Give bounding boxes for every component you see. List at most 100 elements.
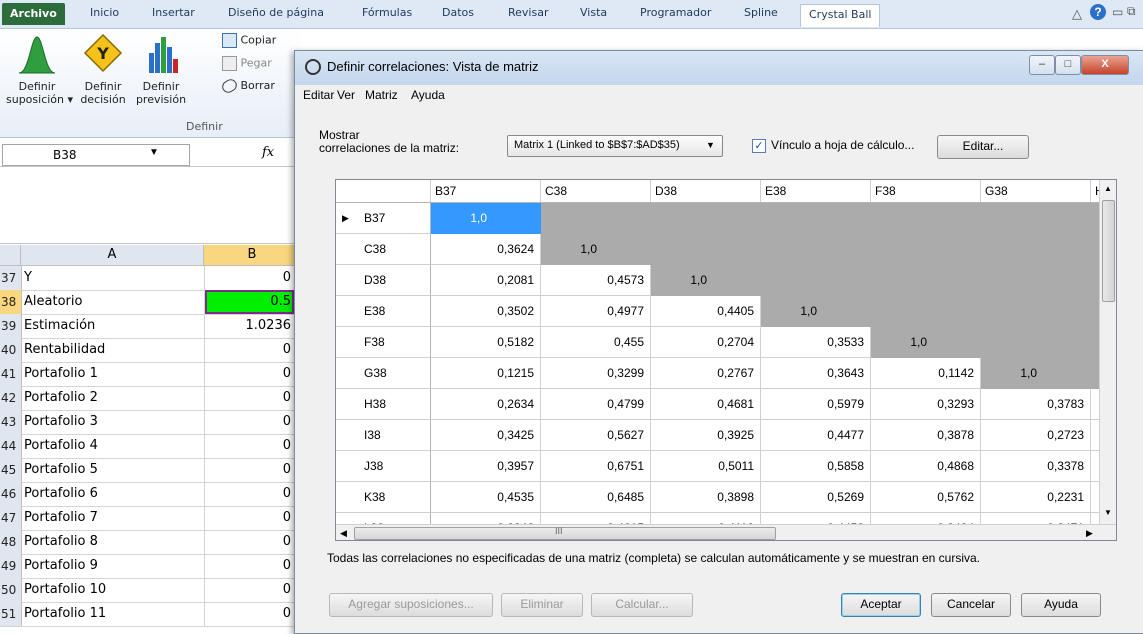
grid-cell[interactable]: 1,0 — [981, 358, 1091, 389]
horizontal-scrollbar[interactable]: ◀ III ▶ — [336, 524, 1116, 540]
grid-cell[interactable] — [981, 296, 1091, 327]
grid-cell[interactable]: 0,3643 — [761, 358, 871, 389]
grid-row-header[interactable]: D38 — [336, 265, 431, 296]
cell-a[interactable]: Aleatorio — [22, 290, 205, 314]
grid-cell[interactable]: 0,5011 — [651, 451, 761, 482]
help-icon[interactable]: ? — [1090, 4, 1106, 20]
grid-row-header[interactable]: G38 — [336, 358, 431, 389]
grid-cell[interactable] — [871, 265, 981, 296]
grid-cell[interactable]: 0,5182 — [431, 327, 541, 358]
row-number[interactable]: 51 — [0, 602, 22, 626]
menu-editar[interactable]: Editar — [303, 88, 334, 102]
grid-cell[interactable]: 1,0 — [541, 234, 651, 265]
grid-cell[interactable]: 0,3783 — [981, 389, 1091, 420]
scroll-down-icon[interactable]: ▼ — [1104, 508, 1112, 517]
row-number[interactable]: 44 — [0, 434, 22, 458]
row-number[interactable]: 40 — [0, 338, 22, 362]
grid-row-header[interactable]: I38 — [336, 420, 431, 451]
cell-a[interactable]: Portafolio 10 — [22, 578, 205, 602]
cell-b[interactable]: 0 — [205, 338, 294, 362]
row-number[interactable]: 49 — [0, 554, 22, 578]
grid-cell[interactable]: 0,2767 — [651, 358, 761, 389]
grid-column-header[interactable]: D38 — [651, 180, 761, 202]
edit-button[interactable]: Editar... — [937, 135, 1029, 159]
tab-spline[interactable]: Spline — [744, 6, 778, 19]
grid-cell[interactable]: 0,5858 — [761, 451, 871, 482]
grid-cell[interactable]: 0,2704 — [651, 327, 761, 358]
cell-a[interactable]: Portafolio 5 — [22, 458, 205, 482]
grid-cell[interactable]: 0,3293 — [871, 389, 981, 420]
grid-cell[interactable] — [981, 327, 1091, 358]
grid-cell[interactable] — [871, 234, 981, 265]
link-checkbox[interactable]: ✓ — [752, 139, 766, 153]
define-forecast-button[interactable]: Definir previsión — [134, 33, 188, 106]
scroll-left-icon[interactable]: ◀ — [340, 528, 347, 539]
tab-datos[interactable]: Datos — [442, 6, 474, 19]
grid-cell[interactable]: 0,5627 — [541, 420, 651, 451]
tab-formulas[interactable]: Fórmulas — [362, 6, 412, 19]
grid-cell[interactable]: 0,2081 — [431, 265, 541, 296]
grid-row-header[interactable]: C38 — [336, 234, 431, 265]
correlation-matrix-grid[interactable]: B37C38D38E38F38G38H ▶B371,0C380,36241,0D… — [335, 179, 1117, 541]
grid-row-header[interactable]: F38 — [336, 327, 431, 358]
row-number[interactable]: 37 — [0, 266, 22, 290]
grid-cell[interactable]: 0,4799 — [541, 389, 651, 420]
column-header-b[interactable]: B — [204, 245, 301, 266]
grid-cell[interactable] — [761, 265, 871, 296]
cell-a[interactable]: Portafolio 8 — [22, 530, 205, 554]
grid-cell[interactable]: 0,3624 — [431, 234, 541, 265]
horizontal-scroll-thumb[interactable]: III — [354, 526, 776, 540]
row-number[interactable]: 45 — [0, 458, 22, 482]
cell-a[interactable]: Portafolio 4 — [22, 434, 205, 458]
cell-b[interactable]: 0 — [205, 410, 294, 434]
grid-cell[interactable] — [981, 234, 1091, 265]
grid-column-header[interactable]: C38 — [541, 180, 651, 202]
tab-diseno-pagina[interactable]: Diseño de página — [228, 6, 324, 19]
grid-cell[interactable]: 1,0 — [431, 203, 541, 234]
paste-button[interactable]: Pegar — [222, 56, 272, 71]
minimize-ribbon-icon[interactable]: △ — [1072, 6, 1082, 22]
grid-cell[interactable]: 0,4681 — [651, 389, 761, 420]
grid-cell[interactable]: 0,3378 — [981, 451, 1091, 482]
grid-cell[interactable] — [651, 203, 761, 234]
clear-button[interactable]: Borrar — [220, 77, 275, 95]
row-number[interactable]: 46 — [0, 482, 22, 506]
vertical-scroll-thumb[interactable] — [1102, 200, 1115, 302]
name-box[interactable]: B38 ▼ — [2, 144, 190, 166]
row-number[interactable]: 42 — [0, 386, 22, 410]
grid-cell[interactable]: 0,6751 — [541, 451, 651, 482]
define-decision-button[interactable]: Y Definir decisión — [76, 33, 130, 106]
cell-b[interactable]: 0 — [205, 386, 294, 410]
row-number[interactable]: 43 — [0, 410, 22, 434]
grid-cell[interactable]: 0,1215 — [431, 358, 541, 389]
cell-b[interactable]: 0 — [205, 578, 294, 602]
cell-b[interactable]: 0.5 — [205, 290, 294, 314]
maximize-icon[interactable]: □ — [1055, 55, 1081, 75]
cell-b[interactable]: 0 — [205, 602, 294, 626]
scroll-right-icon[interactable]: ▶ — [1086, 528, 1093, 539]
cell-b[interactable]: 0 — [205, 434, 294, 458]
row-number[interactable]: 41 — [0, 362, 22, 386]
grid-cell[interactable] — [871, 203, 981, 234]
grid-column-header[interactable]: E38 — [761, 180, 871, 202]
define-assumption-button[interactable]: Definir suposición ▾ — [6, 33, 73, 106]
column-header-a[interactable]: A — [21, 245, 204, 266]
menu-ayuda[interactable]: Ayuda — [411, 88, 445, 102]
tab-insertar[interactable]: Insertar — [152, 6, 195, 19]
grid-row-header[interactable]: K38 — [336, 482, 431, 513]
grid-cell[interactable]: 0,3502 — [431, 296, 541, 327]
grid-cell[interactable]: 0,3299 — [541, 358, 651, 389]
cell-b[interactable]: 0 — [205, 458, 294, 482]
grid-row-header[interactable]: ▶ B37 — [336, 203, 431, 234]
copy-button[interactable]: Copiar — [222, 33, 276, 48]
grid-cell[interactable]: 0,455 — [541, 327, 651, 358]
close-icon[interactable]: X — [1081, 55, 1129, 75]
grid-cell[interactable]: 0,3425 — [431, 420, 541, 451]
tab-revisar[interactable]: Revisar — [508, 6, 548, 19]
grid-cell[interactable] — [761, 203, 871, 234]
cell-a[interactable]: Portafolio 6 — [22, 482, 205, 506]
grid-cell[interactable]: 0,5762 — [871, 482, 981, 513]
fx-icon[interactable]: fx — [262, 145, 274, 160]
grid-cell[interactable]: 1,0 — [761, 296, 871, 327]
grid-cell[interactable]: 0,6485 — [541, 482, 651, 513]
